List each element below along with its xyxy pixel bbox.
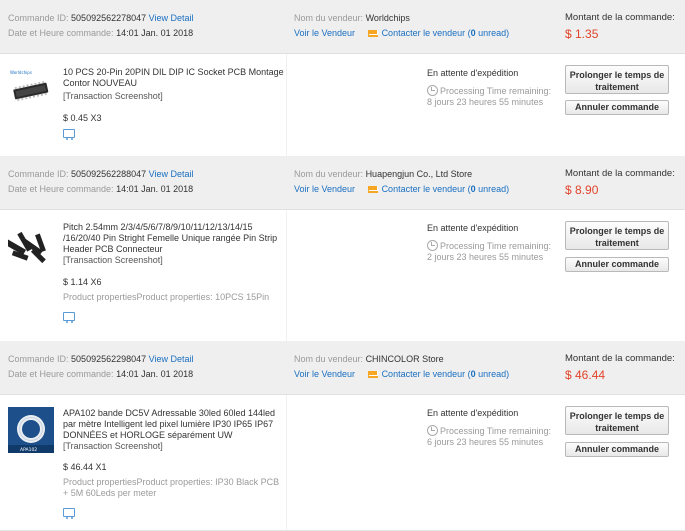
amount-label: Montant de la commande: [565,353,675,364]
extend-processing-button[interactable]: Prolonger le temps de traitement [565,406,669,435]
order-header: Commande ID: 505092562298047 View Detail… [0,341,685,395]
transaction-screenshot-link[interactable]: [Transaction Screenshot] [63,255,285,266]
order-header: Commande ID: 505092562278047 View Detail… [0,0,685,54]
order-amount: $ 8.90 [565,183,599,197]
order-id: 505092562298047 [71,354,147,364]
transaction-screenshot-link[interactable]: [Transaction Screenshot] [63,91,285,102]
extend-processing-button[interactable]: Prolonger le temps de traitement [565,221,669,250]
order-body: Pitch 2.54mm 2/3/4/5/6/7/8/9/10/11/12/13… [0,210,685,342]
cancel-order-button[interactable]: Annuler commande [565,257,669,272]
product-properties: Product propertiesProduct properties: IP… [63,477,280,498]
contact-seller-link[interactable]: Contacter le vendeur (0 unread) [382,369,510,379]
svg-text:APA102: APA102 [20,447,37,453]
order-body: APA102 APA102 bande DC5V Adressable 30le… [0,395,685,531]
order-status: En attente d'expédition Processing Time … [427,68,557,108]
product-thumbnail[interactable]: APA102 [8,407,54,453]
view-seller-link[interactable]: Voir le Vendeur [294,369,355,379]
status-text: En attente d'expédition [427,223,519,233]
order-date-line: Date et Heure commande: 14:01 Jan. 01 20… [8,184,194,194]
amount-label: Montant de la commande: [565,168,675,179]
view-detail-link[interactable]: View Detail [149,169,194,179]
product-price: $ 46.44 X1 [63,462,107,472]
order-id-line: Commande ID: 505092562288047 View Detail [8,169,194,179]
product-price: $ 0.45 X3 [63,113,102,123]
order-id: 505092562288047 [71,169,147,179]
product-properties: Product propertiesProduct properties: 10… [63,292,270,302]
order-date-line: Date et Heure commande: 14:01 Jan. 01 20… [8,369,194,379]
view-seller-link[interactable]: Voir le Vendeur [294,184,355,194]
order-date-line: Date et Heure commande: 14:01 Jan. 01 20… [8,28,194,38]
status-text: En attente d'expédition [427,408,519,418]
order-card: Commande ID: 505092562278047 View Detail… [0,0,685,157]
product-thumbnail[interactable] [8,222,54,268]
seller-actions: Voir le Vendeur Contacter le vendeur (0 … [294,369,509,379]
product-info: APA102 bande DC5V Adressable 30led 60led… [63,408,285,520]
order-card: Commande ID: 505092562298047 View Detail… [0,341,685,531]
order-status: En attente d'expédition Processing Time … [427,408,557,448]
seller-line: Nom du vendeur: Worldchips [294,13,410,23]
seller-name: Worldchips [365,13,410,23]
clock-icon [427,85,438,96]
product-title[interactable]: APA102 bande DC5V Adressable 30led 60led… [63,408,285,441]
order-status: En attente d'expédition Processing Time … [427,223,557,263]
view-seller-link[interactable]: Voir le Vendeur [294,28,355,38]
cancel-order-button[interactable]: Annuler commande [565,442,669,457]
svg-text:Worldchips: Worldchips [10,70,32,75]
seller-line: Nom du vendeur: Huapengjun Co., Ltd Stor… [294,169,473,179]
clock-icon [427,240,438,251]
order-amount: $ 46.44 [565,368,606,382]
order-date: 14:01 Jan. 01 2018 [116,369,194,379]
product-price: $ 1.14 X6 [63,277,102,287]
order-id-line: Commande ID: 505092562298047 View Detail [8,354,194,364]
truck-icon [63,508,75,519]
seller-line: Nom du vendeur: CHINCOLOR Store [294,354,444,364]
seller-name: Huapengjun Co., Ltd Store [365,169,473,179]
seller-actions: Voir le Vendeur Contacter le vendeur (0 … [294,28,509,38]
truck-icon [63,129,75,140]
product-title[interactable]: Pitch 2.54mm 2/3/4/5/6/7/8/9/10/11/12/13… [63,222,285,255]
product-title[interactable]: 10 PCS 20-Pin 20PIN DIL DIP IC Socket PC… [63,67,285,89]
extend-processing-button[interactable]: Prolonger le temps de traitement [565,65,669,94]
order-header: Commande ID: 505092562288047 View Detail… [0,156,685,210]
contact-seller-link[interactable]: Contacter le vendeur (0 unread) [382,184,510,194]
view-detail-link[interactable]: View Detail [149,354,194,364]
cancel-order-button[interactable]: Annuler commande [565,100,669,115]
contact-seller-link[interactable]: Contacter le vendeur (0 unread) [382,28,510,38]
processing-time: Processing Time remaining: 2 jours 23 he… [427,240,552,262]
seller-actions: Voir le Vendeur Contacter le vendeur (0 … [294,184,509,194]
product-thumbnail[interactable]: Worldchips [8,66,54,112]
truck-icon [63,312,75,323]
order-id-line: Commande ID: 505092562278047 View Detail [8,13,194,23]
product-info: Pitch 2.54mm 2/3/4/5/6/7/8/9/10/11/12/13… [63,222,285,324]
mail-icon [367,186,378,193]
order-date: 14:01 Jan. 01 2018 [116,184,194,194]
order-id: 505092562278047 [71,13,147,23]
order-amount: $ 1.35 [565,27,599,41]
order-card: Commande ID: 505092562288047 View Detail… [0,156,685,342]
seller-name: CHINCOLOR Store [365,354,444,364]
mail-icon [367,371,378,378]
amount-label: Montant de la commande: [565,12,675,23]
processing-time: Processing Time remaining: 6 jours 23 he… [427,425,552,447]
order-date: 14:01 Jan. 01 2018 [116,28,194,38]
mail-icon [367,30,378,37]
order-body: Worldchips 10 PCS 20-Pin 20PIN DIL DIP I… [0,54,685,157]
clock-icon [427,425,438,436]
view-detail-link[interactable]: View Detail [149,13,194,23]
transaction-screenshot-link[interactable]: [Transaction Screenshot] [63,441,285,452]
product-info: 10 PCS 20-Pin 20PIN DIL DIP IC Socket PC… [63,67,285,141]
status-text: En attente d'expédition [427,68,519,78]
processing-time: Processing Time remaining: 8 jours 23 he… [427,85,552,107]
